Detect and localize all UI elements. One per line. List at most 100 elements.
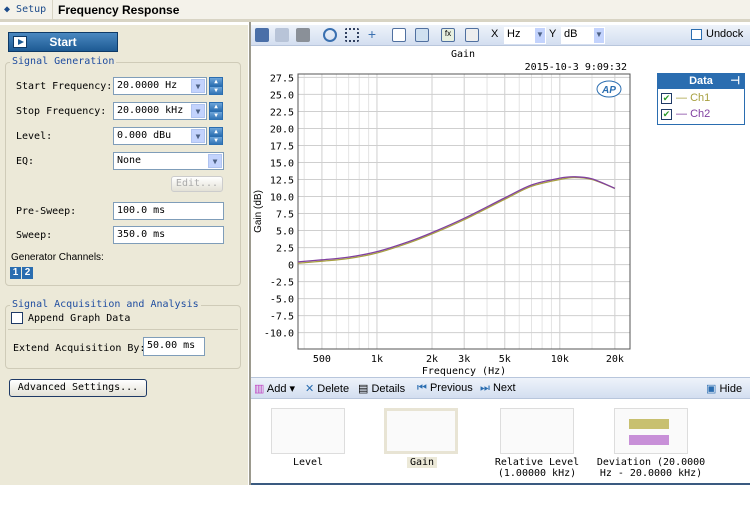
level-stepper[interactable]: ▲ ▼ — [209, 127, 223, 145]
chevron-down-icon[interactable]: ▼ — [594, 28, 604, 43]
thumbnail-deviation[interactable] — [614, 408, 688, 454]
next-button[interactable]: ⏭ Next — [480, 382, 516, 395]
series-line-ch2 — [297, 176, 616, 263]
up-icon[interactable]: ▲ — [210, 78, 222, 86]
divider — [8, 329, 238, 330]
x-tick-label: 500 — [313, 354, 331, 365]
y-tick-label: 17.5 — [270, 141, 294, 152]
chevron-down-icon[interactable]: ▼ — [191, 79, 205, 93]
add-button[interactable]: ▥ Add ▾ — [254, 382, 295, 395]
undock-label: Undock — [706, 28, 744, 40]
add-graph-icon: ▥ — [254, 383, 265, 395]
y-tick-label: 2.5 — [276, 244, 294, 255]
y-axis-title: Gain (dB) — [253, 190, 264, 233]
y-tick-label: 10.0 — [270, 193, 294, 204]
up-icon[interactable]: ▲ — [210, 128, 222, 136]
divider — [52, 0, 53, 20]
up-icon[interactable]: ▲ — [210, 103, 222, 111]
stop-frequency-field[interactable]: 20.0000 kHz ▼ — [113, 102, 207, 120]
thumbnail-relative-level[interactable] — [500, 408, 574, 454]
thumbnail-level[interactable] — [271, 408, 345, 454]
y-tick-label: 12.5 — [270, 176, 294, 187]
eq-label: EQ: — [16, 156, 35, 167]
function-icon[interactable]: fx — [441, 28, 455, 42]
top-bar: ◆ Setup Frequency Response — [0, 0, 750, 22]
previous-label: Previous — [429, 382, 473, 394]
graph-style-icon[interactable] — [415, 28, 429, 42]
thumbnail-gain[interactable] — [384, 408, 458, 454]
group-title: Signal Acquisition and Analysis — [10, 299, 201, 310]
extend-acquisition-field[interactable]: 50.00 ms — [143, 337, 205, 356]
channel-2-toggle[interactable]: 2 — [22, 267, 33, 279]
undock-button[interactable]: Undock — [691, 28, 743, 40]
pre-sweep-field[interactable]: 100.0 ms — [113, 202, 224, 220]
start-frequency-field[interactable]: 20.0000 Hz ▼ — [113, 77, 207, 95]
edit-button[interactable]: Edit... — [171, 176, 223, 192]
save-icon[interactable] — [255, 28, 269, 42]
settings-panel: Start Signal Generation Start Frequency:… — [0, 25, 248, 485]
table-icon[interactable] — [392, 28, 406, 42]
legend-item-ch1[interactable]: ✔ — Ch1 — [661, 92, 710, 106]
stop-frequency-label: Stop Frequency: — [16, 106, 107, 117]
hide-button[interactable]: ▣ Hide — [706, 382, 742, 395]
print-icon[interactable] — [296, 28, 310, 42]
page-title: Frequency Response — [58, 3, 180, 17]
x-tick-label: 3k — [458, 354, 470, 365]
checkbox-checked-icon[interactable]: ✔ — [661, 108, 672, 120]
play-icon — [13, 36, 27, 48]
y-tick-label: -7.5 — [270, 312, 294, 323]
checkbox-checked-icon[interactable]: ✔ — [661, 92, 672, 104]
y-tick-label: -5.0 — [270, 295, 294, 306]
advanced-settings-button[interactable]: Advanced Settings... — [9, 379, 147, 397]
copy-icon[interactable] — [275, 28, 289, 42]
stop-frequency-stepper[interactable]: ▲ ▼ — [209, 102, 223, 120]
down-icon[interactable]: ▼ — [210, 112, 222, 120]
details-button[interactable]: ▤ Details — [358, 382, 405, 395]
pin-icon[interactable]: ⊣ — [730, 74, 740, 89]
sweep-label: Sweep: — [16, 230, 53, 241]
details-icon: ▤ — [358, 383, 369, 395]
chevron-down-icon[interactable]: ▼ — [191, 129, 205, 143]
fit-icon[interactable] — [345, 28, 359, 42]
down-icon[interactable]: ▼ — [210, 87, 222, 95]
channel-1-toggle[interactable]: 1 — [10, 267, 21, 279]
chevron-down-icon[interactable]: ▼ — [535, 28, 545, 43]
start-button[interactable]: Start — [8, 32, 118, 52]
chevron-down-icon[interactable]: ▼ — [191, 104, 205, 118]
previous-icon: ⏮ — [417, 382, 427, 394]
x-unit-select[interactable]: Hz ▼ — [504, 27, 546, 44]
x-axis-title: Frequency (Hz) — [422, 366, 506, 377]
eq-select[interactable]: None ▼ — [113, 152, 224, 170]
y-unit-select[interactable]: dB ▼ — [561, 27, 605, 44]
legend-title: Data ⊣ — [658, 74, 744, 89]
graph-toolbar: + fx X Hz ▼ Y dB ▼ Undock — [251, 25, 750, 46]
zoom-in-icon[interactable] — [323, 28, 337, 42]
y-tick-label: -2.5 — [270, 278, 294, 289]
previous-button[interactable]: ⏮ Previous — [417, 382, 473, 395]
thumbnail-label[interactable]: Relative Level (1.00000 kHz) — [487, 457, 587, 479]
y-tick-label: 22.5 — [270, 107, 294, 118]
value: 20.0000 Hz — [117, 80, 178, 91]
sweep-field[interactable]: 350.0 ms — [113, 226, 224, 244]
down-icon[interactable]: ▼ — [210, 137, 222, 145]
add-label: Add — [266, 383, 287, 395]
value: None — [117, 155, 142, 166]
thumbnail-label[interactable]: Gain — [407, 457, 437, 468]
crosshair-icon[interactable]: + — [365, 27, 379, 42]
thumbnail-label[interactable]: Deviation (20.0000 Hz - 20.0000 kHz) — [591, 457, 711, 479]
append-graph-data-checkbox[interactable] — [11, 312, 23, 324]
chevron-down-icon[interactable]: ▼ — [208, 154, 222, 168]
back-setup-link[interactable]: ◆ Setup — [4, 4, 46, 15]
graph-list-toolbar: ▥ Add ▾ ✕ Delete ▤ Details ⏮ Previous ⏭ … — [251, 377, 750, 399]
chart-timestamp: 2015-10-3 9:09:32 — [525, 62, 627, 73]
delete-button[interactable]: ✕ Delete — [305, 382, 349, 395]
level-field[interactable]: 0.000 dBu ▼ — [113, 127, 207, 145]
properties-icon[interactable] — [465, 28, 479, 42]
start-frequency-stepper[interactable]: ▲ ▼ — [209, 77, 223, 95]
next-label: Next — [492, 382, 516, 394]
extend-acquisition-label: Extend Acquisition By: — [13, 343, 146, 354]
x-axis-label: X — [491, 28, 499, 40]
legend-item-ch2[interactable]: ✔ — Ch2 — [661, 108, 710, 122]
group-title: Signal Generation — [10, 56, 117, 67]
thumbnail-label[interactable]: Level — [256, 457, 360, 468]
